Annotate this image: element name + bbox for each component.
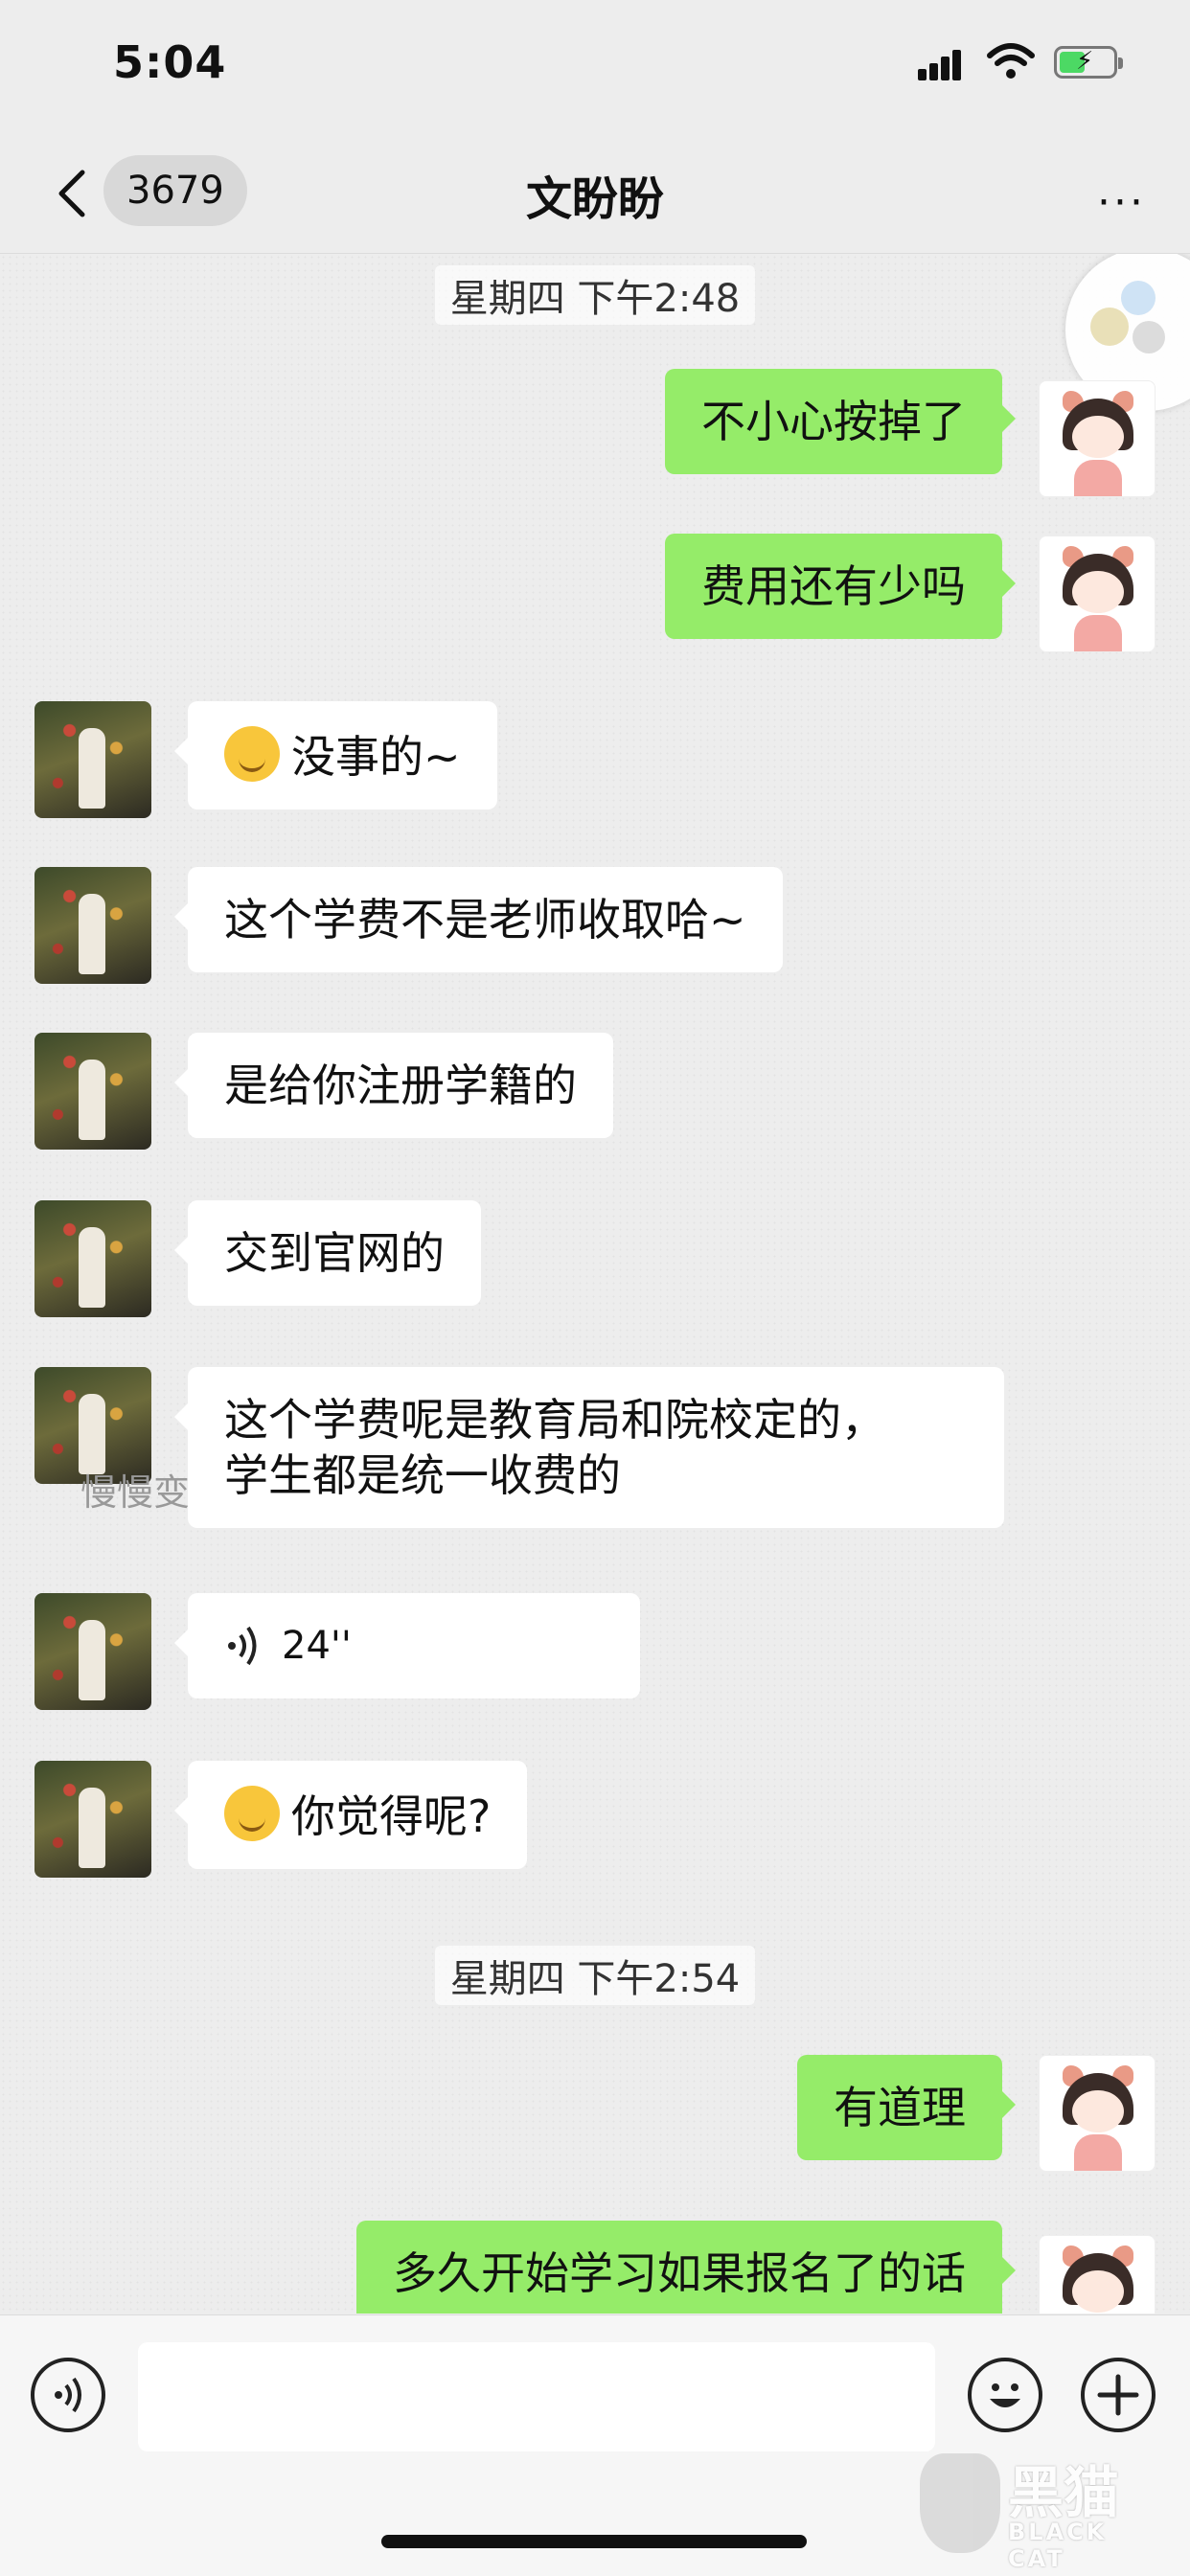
message-bubble[interactable]: 有道理 bbox=[797, 2055, 1016, 2160]
cat-logo-icon bbox=[920, 2453, 1000, 2553]
home-indicator[interactable] bbox=[381, 2535, 807, 2548]
smile-emoji-icon bbox=[224, 1786, 280, 1841]
message-input[interactable] bbox=[138, 2342, 935, 2451]
timestamp: 星期四 下午2:48 bbox=[0, 265, 1190, 325]
message-list[interactable]: 星期四 下午2:48 不小心按掉了 费用还有少吗 没事的~ 这个学费不是老师收取… bbox=[0, 254, 1190, 2314]
signal-icon bbox=[918, 48, 970, 80]
voice-input-icon[interactable] bbox=[31, 2358, 105, 2432]
chat-title: 文盼盼 bbox=[525, 172, 664, 226]
status-bar: 5:04 ⚡ bbox=[0, 0, 1190, 134]
message-bubble[interactable]: 是给你注册学籍的 bbox=[174, 1033, 613, 1138]
sender-nickname: 慢慢变 bbox=[80, 1471, 191, 1514]
message-bubble[interactable]: 没事的~ bbox=[174, 701, 497, 809]
contact-avatar[interactable] bbox=[34, 701, 151, 818]
my-avatar[interactable] bbox=[1039, 536, 1156, 652]
message-bubble[interactable]: 费用还有少吗 bbox=[665, 534, 1016, 639]
input-bar: 黑猫 BLACK CAT bbox=[0, 2314, 1190, 2576]
my-avatar[interactable] bbox=[1039, 2235, 1156, 2314]
emoji-icon[interactable] bbox=[968, 2358, 1042, 2432]
my-avatar[interactable] bbox=[1039, 380, 1156, 497]
message-bubble[interactable]: 你觉得呢? bbox=[173, 1761, 528, 1869]
message-bubble[interactable]: 这个学费呢是教育局和院校定的， 学生都是统一收费的 bbox=[174, 1367, 1004, 1528]
black-cat-watermark: 黑猫 BLACK CAT bbox=[912, 2444, 1171, 2572]
chat-header: 3679 文盼盼 ··· bbox=[0, 134, 1190, 254]
timestamp: 星期四 下午2:54 bbox=[0, 1946, 1190, 2005]
message-bubble[interactable]: 不小心按掉了 bbox=[665, 369, 1016, 474]
voice-wave-icon bbox=[228, 1626, 257, 1666]
plus-icon[interactable] bbox=[1081, 2358, 1156, 2432]
message-bubble[interactable]: 多久开始学习如果报名了的话 bbox=[356, 2221, 1016, 2314]
contact-avatar[interactable] bbox=[34, 1761, 151, 1878]
contact-avatar[interactable] bbox=[34, 1593, 151, 1710]
crying-laughing-emoji-icon bbox=[224, 726, 280, 782]
message-bubble[interactable]: 交到官网的 bbox=[174, 1200, 481, 1306]
battery-icon: ⚡ bbox=[1054, 46, 1123, 79]
contact-avatar[interactable] bbox=[34, 1033, 151, 1150]
contact-avatar[interactable] bbox=[34, 867, 151, 984]
more-icon[interactable]: ··· bbox=[1097, 178, 1146, 227]
status-time: 5:04 bbox=[113, 36, 227, 88]
wifi-icon bbox=[987, 43, 1035, 79]
contact-avatar[interactable] bbox=[34, 1200, 151, 1317]
voice-message[interactable]: 24'' bbox=[174, 1593, 640, 1698]
message-bubble[interactable]: 这个学费不是老师收取哈~ bbox=[174, 867, 783, 972]
my-avatar[interactable] bbox=[1039, 2055, 1156, 2172]
